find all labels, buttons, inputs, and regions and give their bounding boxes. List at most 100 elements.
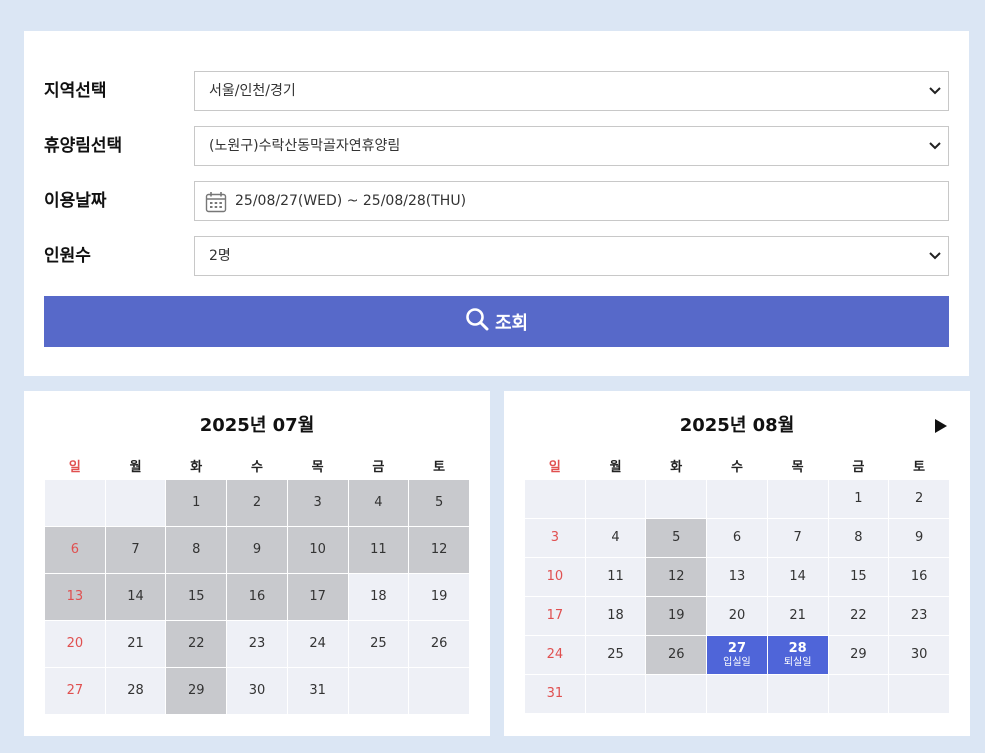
calendar-week: 10 11 12 13 14 15 16: [524, 556, 950, 597]
calendar-day[interactable]: 23: [226, 619, 288, 668]
day-sublabel: 퇴실일: [783, 656, 812, 668]
calendar-day[interactable]: 2: [888, 478, 950, 519]
calendar-day[interactable]: 11: [584, 556, 647, 597]
day-number: 22: [850, 607, 867, 623]
calendar-day[interactable]: 20: [706, 595, 768, 636]
search-button-label: 조회: [494, 312, 529, 334]
calendar-day[interactable]: 25: [584, 634, 647, 675]
weekday-label: 수: [250, 460, 263, 476]
calendar-day[interactable]: 13: [706, 556, 768, 597]
date-input[interactable]: 25/08/27(WED) ~ 25/08/28(THU): [194, 181, 949, 221]
calendar-empty-cell: [827, 673, 890, 714]
day-number: 17: [546, 607, 564, 623]
calendar-day[interactable]: 19: [408, 572, 470, 621]
calendar-day[interactable]: 4: [584, 517, 647, 558]
day-number: 25: [370, 635, 387, 651]
calendar-day[interactable]: 8: [827, 517, 890, 558]
day-number: 14: [789, 568, 806, 584]
weekday-label: 토: [433, 460, 446, 476]
calendar-day-selected[interactable]: 27 입실일: [706, 634, 768, 675]
calendar-day[interactable]: 24: [524, 634, 586, 675]
calendar-day[interactable]: 10: [524, 556, 586, 597]
weekday-label: 화: [670, 460, 683, 476]
search-icon: [465, 307, 489, 336]
day-number: 30: [910, 646, 928, 662]
calendar-day[interactable]: 31: [524, 673, 586, 714]
calendar-day-selected[interactable]: 28 퇴실일: [766, 634, 829, 675]
day-number: 17: [309, 588, 326, 604]
calendar-day[interactable]: 16: [888, 556, 950, 597]
calendar-day[interactable]: 9: [888, 517, 950, 558]
calendar-day[interactable]: 21: [104, 619, 167, 668]
calendar-day[interactable]: 27: [44, 666, 106, 715]
calendar-day[interactable]: 1: [827, 478, 890, 519]
calendar-day[interactable]: 30: [888, 634, 950, 675]
day-number: 1: [192, 494, 201, 510]
search-panel: 지역선택 서울/인천/경기 휴양림선택 (노원구)수락산동막골자연휴양림 이용날…: [24, 31, 969, 376]
next-month-arrow-icon[interactable]: [934, 418, 948, 437]
calendar-day[interactable]: 30: [226, 666, 288, 715]
forest-select[interactable]: (노원구)수락산동막골자연휴양림: [194, 126, 949, 166]
day-number: 9: [914, 529, 924, 545]
calendar-day[interactable]: 18: [347, 572, 410, 621]
calendar-day: 8: [165, 525, 228, 574]
calendar-day[interactable]: 22: [827, 595, 890, 636]
day-number: 27: [727, 640, 746, 656]
calendar-day[interactable]: 18: [584, 595, 647, 636]
day-number: 28: [788, 640, 807, 656]
calendar-empty-cell: [645, 478, 708, 519]
calendar-day[interactable]: 24: [286, 619, 349, 668]
calendar-day[interactable]: 15: [827, 556, 890, 597]
weekday-label: 금: [372, 460, 385, 476]
calendar-week: 13 14 15 16 17 18 19: [44, 572, 470, 621]
people-select[interactable]: 2명: [194, 236, 949, 276]
calendar-july: 2025년 07월 일 월 화 수 목 금 토 1 2 3 4 5 6 7 8 9 10 11 12 13 14 15 16…: [24, 391, 490, 736]
day-number: 19: [430, 588, 448, 604]
calendar-day: 10: [286, 525, 349, 574]
region-row: 지역선택 서울/인천/경기: [44, 71, 949, 111]
calendar-day[interactable]: 17: [524, 595, 586, 636]
calendar-day: 7: [104, 525, 167, 574]
calendar-day: 29: [165, 666, 228, 715]
calendar-day[interactable]: 23: [888, 595, 950, 636]
region-select[interactable]: 서울/인천/경기: [194, 71, 949, 111]
calendar-day[interactable]: 26: [408, 619, 470, 668]
chevron-down-icon: [928, 127, 942, 165]
weekday-label: 화: [190, 460, 203, 476]
day-number: 8: [192, 541, 201, 557]
day-number: 16: [248, 588, 266, 604]
calendar-day[interactable]: 20: [44, 619, 106, 668]
region-value: 서울/인천/경기: [209, 83, 296, 99]
calendar-day: 12: [408, 525, 470, 574]
day-number: 12: [430, 541, 448, 557]
day-number: 20: [728, 607, 746, 623]
weekday-label: 목: [311, 460, 324, 476]
calendar-day[interactable]: 3: [524, 517, 586, 558]
calendar-day[interactable]: 28: [104, 666, 167, 715]
day-sublabel: 입실일: [723, 656, 751, 668]
day-number: 26: [667, 646, 685, 662]
date-row: 이용날짜 25/08/27(WED) ~ 25/08/28(THU): [44, 181, 949, 221]
day-number: 13: [728, 568, 746, 584]
calendar-day[interactable]: 29: [827, 634, 890, 675]
day-number: 2: [914, 490, 924, 506]
calendar-day: 6: [44, 525, 106, 574]
calendar-day[interactable]: 7: [766, 517, 829, 558]
calendar-week: 12: [524, 478, 950, 519]
forest-label: 휴양림선택: [44, 136, 123, 156]
calendar-day[interactable]: 31: [286, 666, 349, 715]
calendar-day[interactable]: 6: [706, 517, 768, 558]
day-number: 18: [607, 607, 624, 623]
calendar-day: 11: [347, 525, 410, 574]
weekday-label: 일: [68, 460, 81, 476]
day-number: 22: [187, 635, 205, 651]
calendar-day[interactable]: 14: [766, 556, 829, 597]
day-number: 29: [187, 682, 205, 698]
calendar-week: 1 2 3 4 5: [44, 478, 470, 527]
calendar-day: 2: [226, 478, 288, 527]
calendar-day[interactable]: 25: [347, 619, 410, 668]
day-number: 13: [66, 588, 84, 604]
calendar-day[interactable]: 21: [766, 595, 829, 636]
search-button[interactable]: 조회: [44, 296, 949, 347]
day-number: 1: [854, 490, 863, 506]
